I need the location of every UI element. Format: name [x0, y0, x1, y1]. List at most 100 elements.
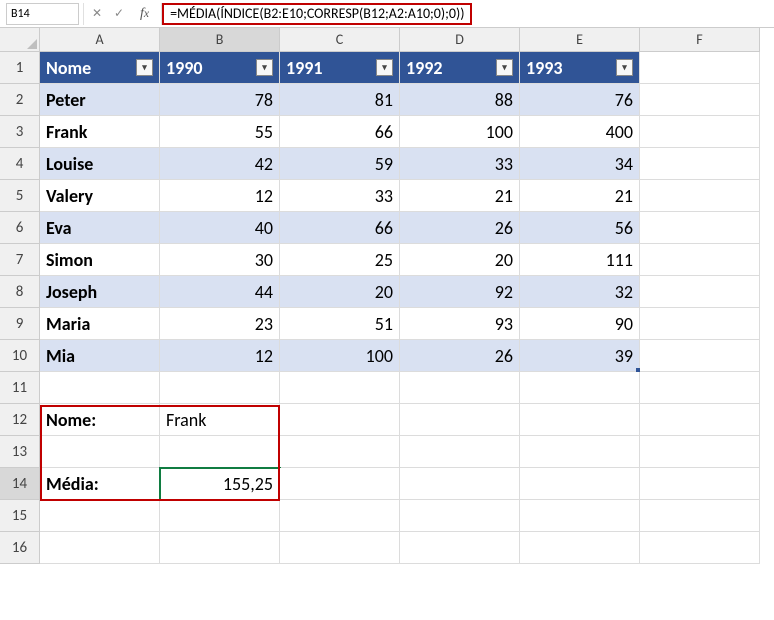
table-row-name[interactable]: Peter: [40, 84, 160, 116]
col-header-D[interactable]: D: [400, 28, 520, 52]
table-cell[interactable]: 100: [280, 340, 400, 372]
filter-dropdown-icon[interactable]: ▾: [256, 59, 273, 76]
col-header-A[interactable]: A: [40, 28, 160, 52]
table-cell[interactable]: 44: [160, 276, 280, 308]
table-header[interactable]: Nome▾: [40, 52, 160, 84]
cell[interactable]: [640, 468, 760, 500]
table-header[interactable]: 1991▾: [280, 52, 400, 84]
cell[interactable]: [280, 532, 400, 564]
cell[interactable]: [160, 436, 280, 468]
cell[interactable]: [160, 500, 280, 532]
cell[interactable]: [400, 500, 520, 532]
table-cell[interactable]: 400: [520, 116, 640, 148]
cell[interactable]: [280, 500, 400, 532]
cell[interactable]: [520, 532, 640, 564]
row-header[interactable]: 15: [0, 500, 40, 532]
row-header[interactable]: 12: [0, 404, 40, 436]
cell[interactable]: [40, 372, 160, 404]
table-cell[interactable]: 88: [400, 84, 520, 116]
table-cell[interactable]: 51: [280, 308, 400, 340]
table-cell[interactable]: 111: [520, 244, 640, 276]
cell[interactable]: [40, 436, 160, 468]
cell[interactable]: [40, 532, 160, 564]
table-cell[interactable]: 81: [280, 84, 400, 116]
cell[interactable]: [160, 372, 280, 404]
cell[interactable]: [520, 404, 640, 436]
cell[interactable]: [520, 468, 640, 500]
table-cell[interactable]: 66: [280, 212, 400, 244]
table-cell[interactable]: 78: [160, 84, 280, 116]
table-cell[interactable]: 25: [280, 244, 400, 276]
cell[interactable]: [280, 372, 400, 404]
table-row-name[interactable]: Eva: [40, 212, 160, 244]
table-cell[interactable]: 39: [520, 340, 640, 372]
table-cell[interactable]: 59: [280, 148, 400, 180]
table-cell[interactable]: 90: [520, 308, 640, 340]
table-cell[interactable]: 12: [160, 340, 280, 372]
table-row-name[interactable]: Mia: [40, 340, 160, 372]
cell[interactable]: [400, 532, 520, 564]
cell[interactable]: [400, 404, 520, 436]
col-header-E[interactable]: E: [520, 28, 640, 52]
table-cell[interactable]: 92: [400, 276, 520, 308]
row-header[interactable]: 8: [0, 276, 40, 308]
table-row-name[interactable]: Valery: [40, 180, 160, 212]
filter-dropdown-icon[interactable]: ▾: [136, 59, 153, 76]
table-cell[interactable]: 33: [280, 180, 400, 212]
row-header[interactable]: 1: [0, 52, 40, 84]
cancel-icon[interactable]: ✕: [90, 6, 104, 21]
row-header[interactable]: 16: [0, 532, 40, 564]
filter-dropdown-icon[interactable]: ▾: [496, 59, 513, 76]
filter-dropdown-icon[interactable]: ▾: [616, 59, 633, 76]
cell[interactable]: [400, 372, 520, 404]
table-cell[interactable]: 23: [160, 308, 280, 340]
row-header[interactable]: 9: [0, 308, 40, 340]
cell[interactable]: [160, 532, 280, 564]
table-cell[interactable]: 21: [400, 180, 520, 212]
table-cell[interactable]: 20: [280, 276, 400, 308]
lookup-avg-value[interactable]: 155,25: [160, 468, 280, 500]
select-all-button[interactable]: [0, 28, 40, 52]
row-header[interactable]: 10: [0, 340, 40, 372]
table-cell[interactable]: 12: [160, 180, 280, 212]
table-cell[interactable]: 30: [160, 244, 280, 276]
row-header[interactable]: 6: [0, 212, 40, 244]
col-header-C[interactable]: C: [280, 28, 400, 52]
table-cell[interactable]: 76: [520, 84, 640, 116]
table-row-name[interactable]: Simon: [40, 244, 160, 276]
filter-dropdown-icon[interactable]: ▾: [376, 59, 393, 76]
table-cell[interactable]: 26: [400, 340, 520, 372]
table-header[interactable]: 1992▾: [400, 52, 520, 84]
table-row-name[interactable]: Frank: [40, 116, 160, 148]
cell[interactable]: [280, 436, 400, 468]
lookup-avg-label[interactable]: Média:: [40, 468, 160, 500]
table-row-name[interactable]: Maria: [40, 308, 160, 340]
cell[interactable]: [520, 436, 640, 468]
cell[interactable]: [280, 404, 400, 436]
cell[interactable]: [640, 372, 760, 404]
fx-icon[interactable]: fx: [134, 6, 155, 22]
table-header[interactable]: 1993▾: [520, 52, 640, 84]
cell[interactable]: [520, 500, 640, 532]
cell[interactable]: [40, 500, 160, 532]
cell[interactable]: [640, 404, 760, 436]
table-cell[interactable]: 55: [160, 116, 280, 148]
lookup-name-label[interactable]: Nome:: [40, 404, 160, 436]
formula-input[interactable]: =MÉDIA(ÍNDICE(B2:E10;CORRESP(B12;A2:A10;…: [162, 3, 472, 25]
cell[interactable]: [640, 500, 760, 532]
table-cell[interactable]: 32: [520, 276, 640, 308]
row-header[interactable]: 3: [0, 116, 40, 148]
row-header[interactable]: 7: [0, 244, 40, 276]
row-header[interactable]: 4: [0, 148, 40, 180]
table-cell[interactable]: 56: [520, 212, 640, 244]
table-row-name[interactable]: Louise: [40, 148, 160, 180]
cell[interactable]: [280, 468, 400, 500]
table-cell[interactable]: 26: [400, 212, 520, 244]
col-header-F[interactable]: F: [640, 28, 760, 52]
row-header[interactable]: 14: [0, 468, 40, 500]
col-header-B[interactable]: B: [160, 28, 280, 52]
name-box[interactable]: B14: [6, 3, 79, 25]
lookup-name-value[interactable]: Frank: [160, 404, 280, 436]
cell[interactable]: [640, 436, 760, 468]
row-header[interactable]: 11: [0, 372, 40, 404]
